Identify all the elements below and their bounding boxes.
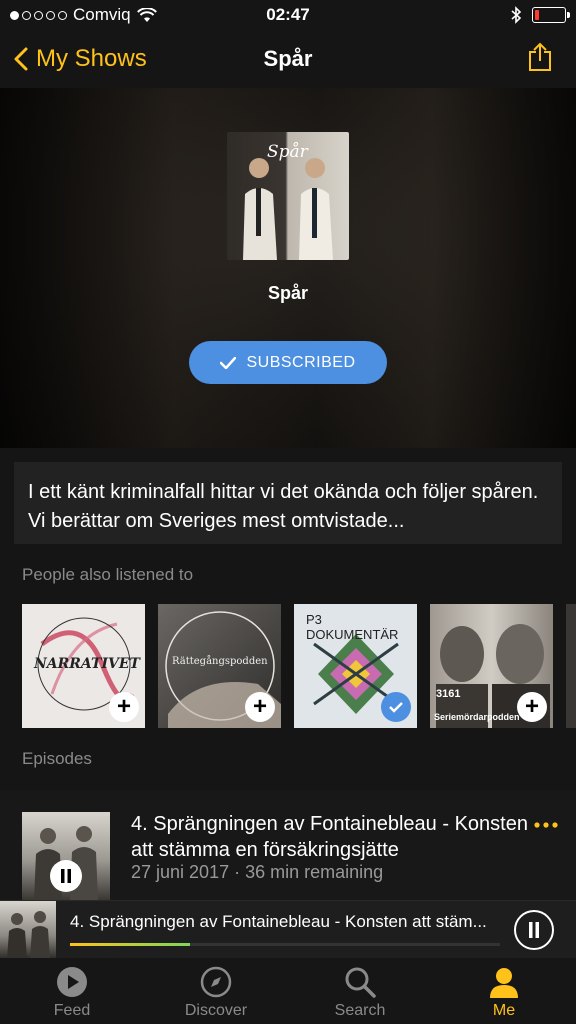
episode-title: 4. Sprängningen av Fontainebleau - Konst…: [131, 813, 528, 861]
compass-icon: [200, 966, 232, 998]
mini-player-pause-button[interactable]: [514, 910, 554, 950]
recommendation-title: P3 DOKUMENTÄR: [306, 612, 399, 642]
recommendation-title: Rättegångspodden: [172, 656, 268, 667]
navigation-bar: My Shows Spår: [0, 30, 576, 88]
share-icon: [529, 42, 551, 71]
show-header: Spår Spår SUBSCRIBED: [0, 88, 576, 448]
ellipsis-icon: [534, 822, 558, 828]
battery-icon: [532, 7, 570, 23]
status-bar: Comviq 02:47: [0, 0, 576, 30]
tab-label: Discover: [184, 1002, 248, 1019]
chevron-left-icon: [14, 47, 28, 71]
tab-label: Feed: [53, 1002, 91, 1019]
tab-bar: Feed Discover Search Me: [0, 958, 576, 1024]
pause-icon: [529, 922, 539, 938]
tab-search[interactable]: Search: [288, 958, 432, 1024]
artwork-logo: Spår: [267, 142, 308, 162]
recommendation-badge-number: 3161: [436, 688, 461, 700]
search-icon: [345, 967, 376, 998]
now-playing-artwork: [0, 901, 56, 959]
recommendation-rattegangspodden[interactable]: Rättegångspodden +: [158, 604, 281, 728]
wifi-icon: [136, 7, 157, 22]
back-button[interactable]: My Shows: [14, 45, 147, 73]
recommendation-title: Seriemördarpodden: [434, 712, 520, 722]
subscribed-check-badge[interactable]: [381, 692, 411, 722]
mini-player[interactable]: 4. Sprängningen av Fontainebleau - Konst…: [0, 900, 576, 959]
recommendation-p3-dokumentar[interactable]: P3 DOKUMENTÄR: [294, 604, 417, 728]
more-options-button[interactable]: [534, 808, 558, 834]
playback-progress-fill: [70, 943, 191, 946]
add-subscription-button[interactable]: +: [109, 692, 139, 722]
tab-discover[interactable]: Discover: [144, 958, 288, 1024]
tab-me[interactable]: Me: [432, 958, 576, 1024]
signal-strength-icon: [10, 10, 67, 20]
show-description[interactable]: I ett känt kriminalfall hittar vi det ok…: [14, 462, 562, 544]
section-heading-episodes: Episodes: [22, 749, 92, 768]
pause-icon: [61, 869, 71, 883]
show-artwork: Spår: [227, 132, 349, 260]
tab-label: Me: [492, 1002, 516, 1019]
share-button[interactable]: [528, 42, 552, 77]
carrier-name: Comviq: [73, 5, 131, 24]
recommendation-seriemordarpodden[interactable]: 3161 Seriemördarpodden +: [430, 604, 553, 728]
checkmark-icon: [389, 701, 403, 713]
subscribed-button[interactable]: SUBSCRIBED: [189, 341, 387, 384]
playback-progress[interactable]: [70, 943, 500, 946]
add-subscription-button[interactable]: +: [517, 692, 547, 722]
show-title: Spår: [267, 283, 309, 303]
recommendations-list: NARRATIVET + Rättegångspodden + P3 DOKUM…: [22, 604, 576, 728]
person-icon: [490, 968, 518, 998]
tab-label: Search: [334, 1002, 386, 1019]
back-button-label: My Shows: [36, 45, 147, 72]
add-subscription-button[interactable]: +: [245, 692, 275, 722]
recommendation-partial[interactable]: [566, 604, 576, 728]
recommendation-narrativet[interactable]: NARRATIVET +: [22, 604, 145, 728]
tab-feed[interactable]: Feed: [0, 958, 144, 1024]
section-heading-recommendations: People also listened to: [22, 565, 194, 584]
subscribed-button-label: SUBSCRIBED: [246, 353, 356, 371]
episode-meta: 27 juni 2017 · 36 min remaining: [131, 862, 384, 882]
recommendation-title: NARRATIVET: [34, 656, 140, 672]
checkmark-icon: [220, 356, 237, 369]
play-circle-icon: [57, 967, 87, 997]
episode-pause-button[interactable]: [50, 860, 82, 892]
now-playing-title: 4. Sprängningen av Fontainebleau - Konst…: [70, 912, 487, 931]
episode-row[interactable]: 4. Sprängningen av Fontainebleau - Konst…: [0, 790, 576, 900]
bluetooth-icon: [511, 6, 522, 24]
